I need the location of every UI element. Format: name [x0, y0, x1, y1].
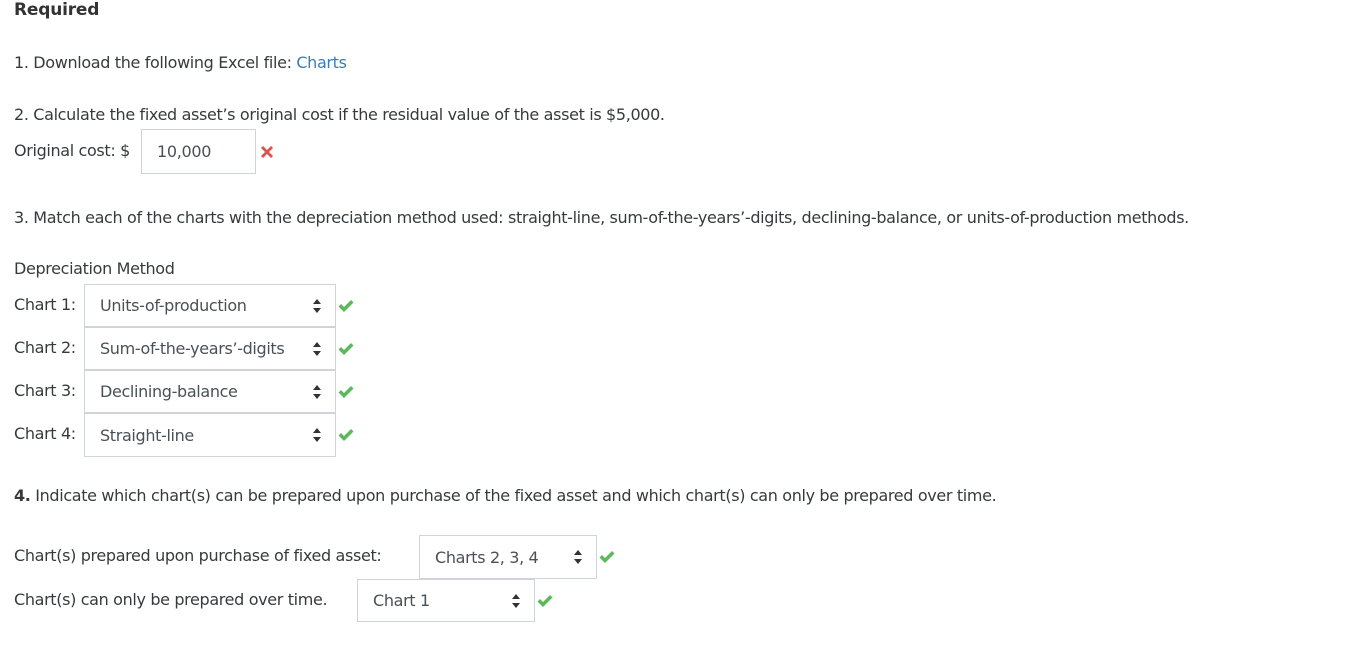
step3-instruction: 3. Match each of the charts with the dep… — [14, 208, 1189, 227]
chart-4-label: Chart 4: — [14, 424, 76, 443]
sort-caret-icon — [313, 298, 323, 313]
chart-3-label: Chart 3: — [14, 381, 76, 400]
sort-caret-icon — [313, 341, 323, 356]
chart-1-method-select[interactable]: Units-of-production — [84, 284, 336, 327]
sort-caret-icon — [512, 593, 522, 608]
chart-1-label: Chart 1: — [14, 295, 76, 314]
sort-caret-icon — [313, 384, 323, 399]
step1-instruction: 1. Download the following Excel file: Ch… — [14, 52, 347, 74]
depreciation-method-header: Depreciation Method — [14, 259, 175, 278]
chart-2-selected-value: Sum-of-the-years’-digits — [100, 339, 285, 358]
prepared-over-time-label: Chart(s) can only be prepared over time. — [14, 590, 328, 609]
chart-3-method-select[interactable]: Declining-balance — [84, 370, 336, 413]
check-icon — [338, 343, 354, 355]
check-icon — [537, 595, 553, 607]
check-icon — [338, 300, 354, 312]
chart-2-method-select[interactable]: Sum-of-the-years’-digits — [84, 327, 336, 370]
charts-download-link[interactable]: Charts — [296, 53, 347, 72]
prepared-over-time-select[interactable]: Chart 1 — [357, 579, 535, 622]
original-cost-label: Original cost: $ — [14, 141, 130, 160]
step4-text: Indicate which chart(s) can be prepared … — [30, 486, 997, 505]
prepared-upon-purchase-label: Chart(s) prepared upon purchase of fixed… — [14, 546, 382, 565]
check-icon — [338, 429, 354, 441]
chart-1-selected-value: Units-of-production — [100, 296, 247, 315]
prepared-over-time-selected-value: Chart 1 — [373, 591, 430, 610]
original-cost-input[interactable] — [141, 129, 256, 174]
check-icon — [599, 551, 615, 563]
chart-3-selected-value: Declining-balance — [100, 382, 238, 401]
sort-caret-icon — [313, 428, 323, 442]
required-heading: Required — [14, 0, 100, 20]
sort-caret-icon — [574, 550, 584, 564]
x-icon — [261, 146, 273, 158]
step1-text: 1. Download the following Excel file: — [14, 53, 297, 72]
chart-4-method-select[interactable]: Straight-line — [84, 413, 336, 457]
chart-2-label: Chart 2: — [14, 338, 76, 357]
step4-number: 4. — [14, 486, 31, 505]
step2-instruction: 2. Calculate the fixed asset’s original … — [14, 105, 665, 124]
step4-instruction: 4. Indicate which chart(s) can be prepar… — [14, 485, 997, 507]
check-icon — [338, 386, 354, 398]
prepared-upon-purchase-selected-value: Charts 2, 3, 4 — [435, 547, 539, 567]
prepared-upon-purchase-select[interactable]: Charts 2, 3, 4 — [419, 535, 597, 579]
chart-4-selected-value: Straight-line — [100, 425, 194, 445]
